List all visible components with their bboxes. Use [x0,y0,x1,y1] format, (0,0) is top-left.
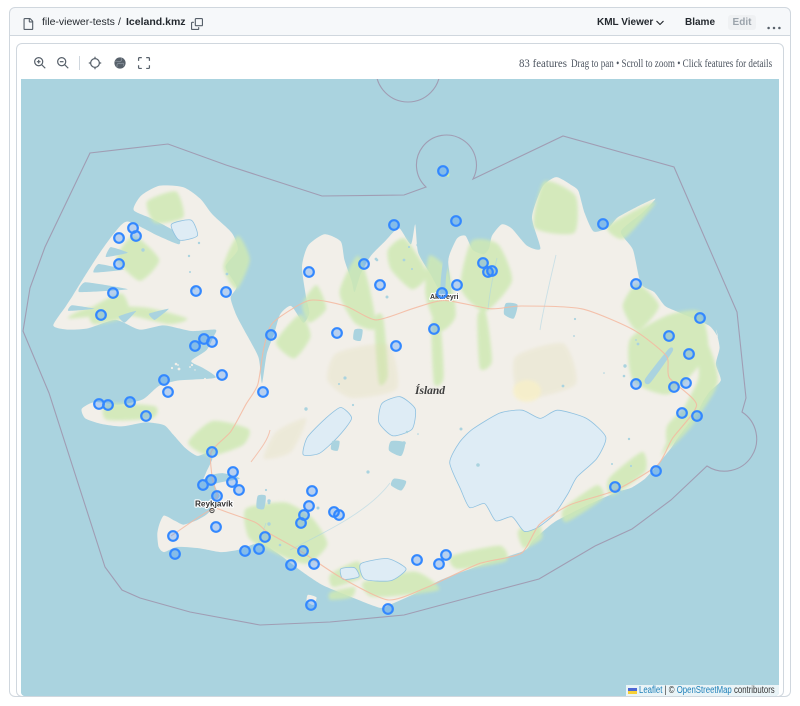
svg-text:Ísland: Ísland [414,383,445,397]
